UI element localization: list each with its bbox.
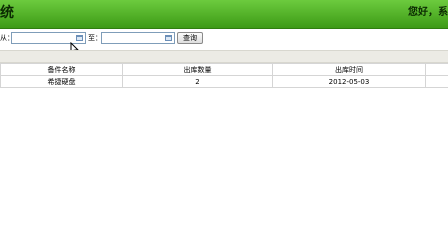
calendar-icon[interactable] xyxy=(165,35,172,41)
cell-outbound-time: 2012-05-03 xyxy=(272,75,426,88)
table-header-row: 备件名称 出库数量 出库时间 xyxy=(0,63,448,76)
app-header: 统 您好，系 xyxy=(0,0,448,29)
column-header-quantity[interactable]: 出库数量 xyxy=(122,63,273,76)
cell-extra xyxy=(425,75,448,88)
user-greeting: 您好，系 xyxy=(408,7,448,18)
query-button[interactable]: 查询 xyxy=(177,32,203,44)
system-title: 统 xyxy=(0,5,14,21)
to-label: 至： xyxy=(88,34,102,42)
column-header-outbound-time[interactable]: 出库时间 xyxy=(272,63,426,76)
table-row[interactable]: 希捷硬盘 2 2012-05-03 xyxy=(0,75,448,88)
column-header-extra xyxy=(425,63,448,76)
end-date-field[interactable] xyxy=(101,32,175,44)
search-toolbar: 从： 至： xyxy=(0,29,448,48)
table-toolbar-band xyxy=(0,50,448,63)
cell-quantity: 2 xyxy=(122,75,273,88)
calendar-icon[interactable] xyxy=(76,35,83,41)
column-header-part-name[interactable]: 备件名称 xyxy=(0,63,123,76)
cell-part-name: 希捷硬盘 xyxy=(0,75,123,88)
outbound-table: 备件名称 出库数量 出库时间 希捷硬盘 2 2012-05-03 xyxy=(0,63,448,88)
